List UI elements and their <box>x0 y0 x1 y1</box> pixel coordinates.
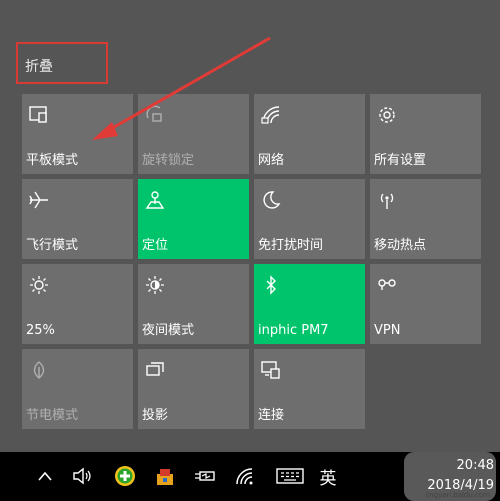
chevron-up-icon[interactable] <box>34 462 56 490</box>
tile-label: 夜间模式 <box>142 323 195 338</box>
tile-night-light[interactable]: 夜间模式 <box>138 264 249 344</box>
network-icon <box>260 104 282 126</box>
rotation-lock-icon <box>144 104 166 126</box>
tile-label: 免打扰时间 <box>258 238 324 253</box>
tile-label: 平板模式 <box>26 153 79 168</box>
battery-saver-icon <box>28 359 50 381</box>
empty-tile-slot <box>370 349 481 429</box>
wifi-icon[interactable] <box>232 462 258 490</box>
keyboard-icon[interactable] <box>274 462 306 490</box>
tile-label: VPN <box>374 323 401 338</box>
tile-project[interactable]: 投影 <box>138 349 249 429</box>
night-light-icon <box>144 274 166 296</box>
hotspot-icon <box>376 189 398 211</box>
tile-rotation-lock[interactable]: 旋转锁定 <box>138 94 249 174</box>
tile-label: 移动热点 <box>374 238 427 253</box>
tile-mobile-hotspot[interactable]: 移动热点 <box>370 179 481 259</box>
tile-brightness[interactable]: 25% <box>22 264 133 344</box>
tile-vpn[interactable]: VPN <box>370 264 481 344</box>
tile-label: 网络 <box>258 153 285 168</box>
tile-label: 所有设置 <box>374 153 427 168</box>
gear-icon <box>376 104 398 126</box>
project-icon <box>144 359 166 381</box>
bluetooth-icon <box>260 274 282 296</box>
tile-label: inphic PM7 <box>258 323 329 338</box>
ime-indicator[interactable]: 英 <box>316 462 340 490</box>
tile-battery-saver[interactable]: 节电模式 <box>22 349 133 429</box>
clock-date: 2018/4/19 <box>427 478 494 493</box>
tile-label: 连接 <box>258 408 285 423</box>
tile-label: 25% <box>26 323 55 338</box>
tile-label: 节电模式 <box>26 408 79 423</box>
tile-location[interactable]: 定位 <box>138 179 249 259</box>
tile-network[interactable]: 网络 <box>254 94 365 174</box>
tile-tablet-mode[interactable]: 平板模式 <box>22 94 133 174</box>
brightness-icon <box>28 274 50 296</box>
tile-label: 投影 <box>142 408 169 423</box>
tile-quiet-hours[interactable]: 免打扰时间 <box>254 179 365 259</box>
clock-time: 20:48 <box>456 458 494 473</box>
taskbar: 英 jingyan.baidu.com 20:48 2018/4/19 <box>0 452 500 501</box>
tile-airplane-mode[interactable]: 飞行模式 <box>22 179 133 259</box>
tile-label: 旋转锁定 <box>142 153 195 168</box>
tile-connect[interactable]: 连接 <box>254 349 365 429</box>
action-center-panel: 折叠 平板模式 旋转锁定 网络 所有设置 飞行模式 定位 免打扰时间 移动热点 … <box>0 0 500 452</box>
clock[interactable]: 20:48 2018/4/19 <box>427 456 494 496</box>
airplane-icon <box>28 189 50 211</box>
tile-label: 飞行模式 <box>26 238 79 253</box>
tile-label: 定位 <box>142 238 169 253</box>
tile-bluetooth[interactable]: inphic PM7 <box>254 264 365 344</box>
location-icon <box>144 189 166 211</box>
volume-icon[interactable] <box>70 462 94 490</box>
collapse-label: 折叠 <box>25 59 53 75</box>
vpn-icon <box>376 274 398 296</box>
moon-icon <box>260 189 282 211</box>
power-icon[interactable] <box>192 462 218 490</box>
tablet-mode-icon <box>28 104 50 126</box>
green-plus-app-icon[interactable] <box>112 462 138 490</box>
tile-all-settings[interactable]: 所有设置 <box>370 94 481 174</box>
collapse-button[interactable]: 折叠 <box>16 42 108 84</box>
connect-icon <box>260 359 282 381</box>
tray-app-icon[interactable] <box>152 462 178 490</box>
